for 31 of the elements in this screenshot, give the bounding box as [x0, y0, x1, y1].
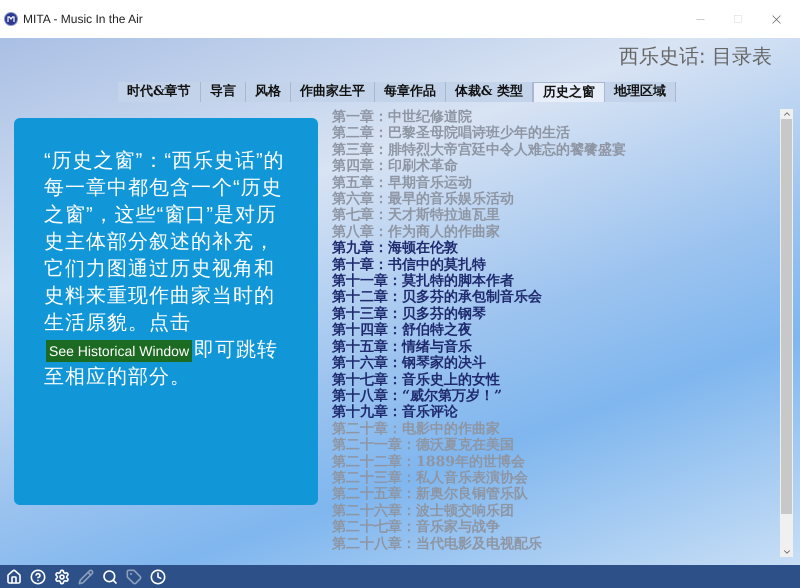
tab[interactable]: 体裁& 类型	[446, 82, 534, 102]
tab[interactable]: 作曲家生平	[290, 82, 375, 102]
page-title: 西乐史话: 目录表	[618, 43, 772, 70]
clock-icon[interactable]	[150, 568, 166, 584]
chapter-link[interactable]: 第十八章：“威尔第万岁！”	[332, 388, 780, 404]
tab[interactable]: 地理区域	[605, 82, 676, 102]
tab[interactable]: 时代&章节	[118, 82, 201, 102]
tab[interactable]: 历史之窗	[533, 82, 606, 102]
chapter-link[interactable]: 第十三章：贝多芬的钢琴	[332, 306, 780, 322]
home-icon[interactable]	[6, 568, 22, 584]
chapter-link[interactable]: 第十二章：贝多芬的承包制音乐会	[332, 289, 780, 306]
chapter-link[interactable]: 第十七章：音乐史上的女性	[332, 372, 780, 388]
window-title: MITA - Music In the Air	[23, 11, 143, 28]
info-text: “历史之窗”：“西乐史话”的每一章中都包含一个“历史之窗”，这些“窗口”是对历史主体部分叙述的补充，它们力图通过历史视角和史料来重现作曲家当时的生活原貌。点击 See Historical Window 即可跳转至相应的部分。	[44, 149, 286, 390]
settings-icon[interactable]	[54, 568, 70, 584]
chapter-link[interactable]: 第十章：书信中的莫扎特	[332, 256, 780, 274]
tab[interactable]: 风格	[246, 82, 291, 102]
scrollbar-thumb[interactable]	[781, 119, 792, 514]
search-icon[interactable]	[102, 568, 118, 584]
chapter-link[interactable]: 第十五章：情绪与音乐	[332, 338, 780, 356]
chapter-link[interactable]: 第十六章：钢琴家的决斗	[332, 355, 780, 372]
chapter-link[interactable]: 第九章：海顿在伦敦	[332, 240, 780, 257]
tab[interactable]: 导言	[200, 82, 246, 102]
tab[interactable]: 每章作品	[374, 82, 446, 102]
chapter-link[interactable]: 第十一章：莫扎特的脚本作者	[332, 273, 780, 290]
chapter-link[interactable]: 第十九章：音乐评论	[332, 404, 780, 421]
chapter-link[interactable]: 第十四章：舒伯特之夜	[332, 322, 780, 339]
app-logo-icon	[4, 12, 18, 26]
help-icon[interactable]	[30, 568, 46, 584]
scrollbar[interactable]	[780, 109, 793, 557]
see-historical-window-link[interactable]: See Historical Window	[46, 340, 192, 362]
